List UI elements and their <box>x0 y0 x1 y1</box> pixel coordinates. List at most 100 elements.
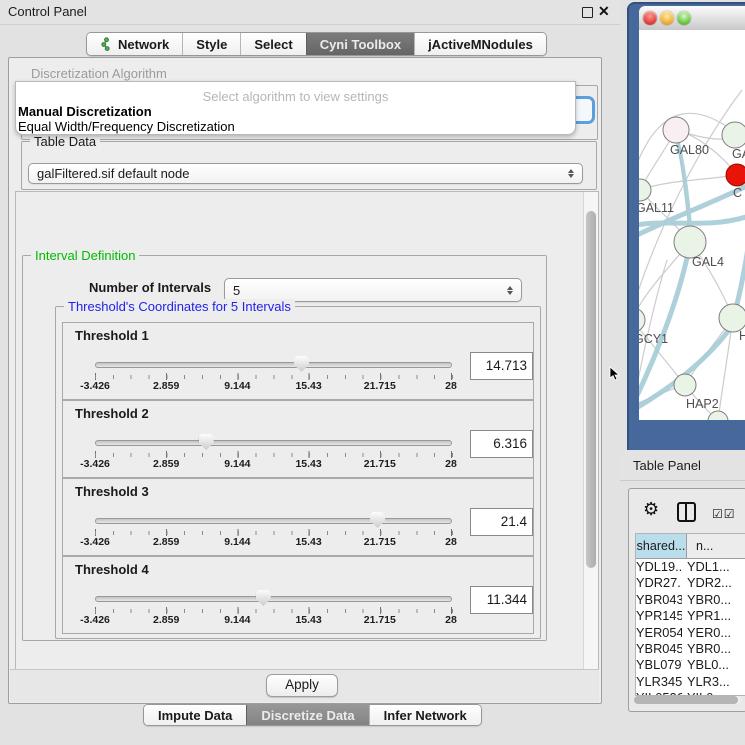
tab-infer-network[interactable]: Infer Network <box>369 705 481 725</box>
gear-icon[interactable]: ⚙ <box>643 499 659 520</box>
table-row[interactable]: YDR27...YDR2... <box>636 575 745 591</box>
threshold-3-slider-thumb[interactable] <box>370 512 385 528</box>
network-node[interactable] <box>674 226 706 258</box>
table-cell: YBR043C <box>636 592 682 608</box>
table-row[interactable]: YER054CYER0... <box>636 625 745 641</box>
threshold-2-value-field[interactable]: 6.316 <box>470 430 533 458</box>
network-node[interactable] <box>639 308 645 332</box>
threshold-4-value-field[interactable]: 11.344 <box>470 586 533 614</box>
zoom-traffic-light-icon[interactable] <box>677 11 691 25</box>
tab-select[interactable]: Select <box>240 33 305 55</box>
slider-scale-label: 15.43 <box>295 614 321 626</box>
algorithm-dropdown-popup: Select algorithm to view settings Manual… <box>15 81 576 135</box>
tab-jactivemnodules[interactable]: jActiveMNodules <box>414 33 546 55</box>
algorithm-option-manual[interactable]: Manual Discretization <box>18 104 152 119</box>
slider-ticks <box>95 453 453 457</box>
network-node-label: H <box>739 329 745 343</box>
network-node-label: C <box>733 186 742 200</box>
column-checkboxes-icon[interactable]: ☑☑ <box>712 507 736 521</box>
float-window-icon[interactable] <box>582 7 593 18</box>
close-icon[interactable]: ✕ <box>598 3 610 20</box>
minimize-traffic-light-icon[interactable] <box>660 11 674 25</box>
control-panel-title: Control Panel <box>8 4 87 19</box>
table-panel-titlebar: Table Panel <box>620 450 745 481</box>
slider-scale-label: 15.43 <box>295 380 321 392</box>
network-node[interactable] <box>674 374 696 396</box>
settings-vertical-scrollbar[interactable] <box>583 192 598 670</box>
cyni-mode-tabbar: Impute Data Discretize Data Infer Networ… <box>143 704 482 726</box>
table-cell: YER054C <box>636 625 682 641</box>
threshold-coordinates-group-title: Threshold's Coordinates for 5 Intervals <box>64 299 295 314</box>
tab-cyni-toolbox[interactable]: Cyni Toolbox <box>306 33 414 55</box>
network-node[interactable] <box>719 304 745 332</box>
algorithm-option-equal-width[interactable]: Equal Width/Frequency Discretization <box>18 119 235 134</box>
table-data-group-title: Table Data <box>30 134 100 149</box>
threshold-2-slider-thumb[interactable] <box>199 434 214 450</box>
network-node[interactable] <box>639 179 651 201</box>
network-node[interactable] <box>708 411 728 420</box>
threshold-4-slider-track[interactable] <box>95 596 452 602</box>
slider-scale-label: 21.715 <box>364 380 396 392</box>
tab-impute-data[interactable]: Impute Data <box>144 705 246 725</box>
table-cell: YBL079W <box>636 657 682 673</box>
table-cell: YLR345W <box>636 674 682 690</box>
network-node[interactable] <box>722 122 745 148</box>
slider-scale-label: 2.859 <box>153 458 179 470</box>
table-row[interactable]: YLR345WYLR3... <box>636 674 745 690</box>
slider-scale-label: -3.426 <box>80 458 110 470</box>
close-traffic-light-icon[interactable] <box>643 11 657 25</box>
threshold-1-value-field[interactable]: 14.713 <box>470 352 533 380</box>
slider-scale-label: 15.43 <box>295 536 321 548</box>
threshold-3-label: Threshold 3 <box>75 484 149 499</box>
table-cell: YDL1... <box>682 559 745 575</box>
tab-jactivemnodules-label: jActiveMNodules <box>428 37 533 52</box>
threshold-1-slider-thumb[interactable] <box>294 356 309 372</box>
combobox-stepper-icon[interactable] <box>565 164 577 183</box>
slider-scale-label: 9.144 <box>224 536 250 548</box>
table-row[interactable]: YBL079WYBL0... <box>636 657 745 673</box>
table-data-combobox[interactable]: galFiltered.sif default node <box>28 163 583 184</box>
threshold-3-slider-track[interactable] <box>95 518 452 524</box>
network-node[interactable] <box>663 117 689 143</box>
threshold-2-slider-track[interactable] <box>95 440 452 446</box>
slider-scale-label: 2.859 <box>153 380 179 392</box>
table-row[interactable]: YPR145WYPR1... <box>636 608 745 624</box>
slider-scale-label: 28 <box>445 614 457 626</box>
network-canvas[interactable]: GAL80GACGAL11GAL4GCY1HHAP2 <box>639 30 745 420</box>
control-panel-titlebar: Control Panel ✕ <box>0 0 620 25</box>
network-window-titlebar[interactable] <box>639 6 745 31</box>
table-cell: YDL19... <box>636 559 682 575</box>
threshold-4-slider-thumb[interactable] <box>256 590 271 606</box>
algorithm-placeholder-option[interactable]: Select algorithm to view settings <box>16 89 575 104</box>
table-hscrollbar-thumb[interactable] <box>634 696 738 704</box>
table-cell: YDR27... <box>636 575 682 591</box>
network-node[interactable] <box>726 164 745 186</box>
tab-style[interactable]: Style <box>182 33 240 55</box>
network-view-window[interactable]: GAL80GACGAL11GAL4GCY1HHAP2 <box>627 2 745 450</box>
tab-network[interactable]: Network <box>87 33 182 55</box>
column-header-shared[interactable]: shared... <box>636 534 687 558</box>
split-columns-icon[interactable] <box>677 502 696 522</box>
node-attribute-table[interactable]: shared... n... YDL19...YDL1...YDR27...YD… <box>635 533 745 696</box>
settings-scrollbar-thumb[interactable] <box>586 211 596 568</box>
table-row[interactable]: YBR045CYBR0... <box>636 641 745 657</box>
apply-button[interactable]: Apply <box>266 674 338 697</box>
tab-discretize-data[interactable]: Discretize Data <box>246 705 368 725</box>
table-body: YDL19...YDL1...YDR27...YDR2...YBR043CYBR… <box>636 559 745 696</box>
slider-scale-label: 2.859 <box>153 614 179 626</box>
threshold-coordinates-groupbox: Threshold's Coordinates for 5 Intervals … <box>55 306 541 639</box>
combobox-stepper-icon[interactable] <box>504 279 516 301</box>
slider-scale: -3.4262.8599.14415.4321.71528 <box>63 536 533 550</box>
mouse-cursor <box>609 366 621 382</box>
table-row[interactable]: YDL19...YDL1... <box>636 559 745 575</box>
threshold-2-panel: Threshold 2 -3.4262.8599.14415.4321.7152… <box>62 400 534 478</box>
table-horizontal-scrollbar[interactable] <box>634 696 741 704</box>
column-header-name[interactable]: n... <box>687 534 745 558</box>
tab-discretize-data-label: Discretize Data <box>261 708 354 723</box>
table-row[interactable]: YBR043CYBR0... <box>636 592 745 608</box>
threshold-3-value-field[interactable]: 21.4 <box>470 508 533 536</box>
slider-scale-label: -3.426 <box>80 536 110 548</box>
table-header-row: shared... n... <box>636 534 745 559</box>
threshold-1-slider-track[interactable] <box>95 362 452 368</box>
tab-select-label: Select <box>254 37 292 52</box>
